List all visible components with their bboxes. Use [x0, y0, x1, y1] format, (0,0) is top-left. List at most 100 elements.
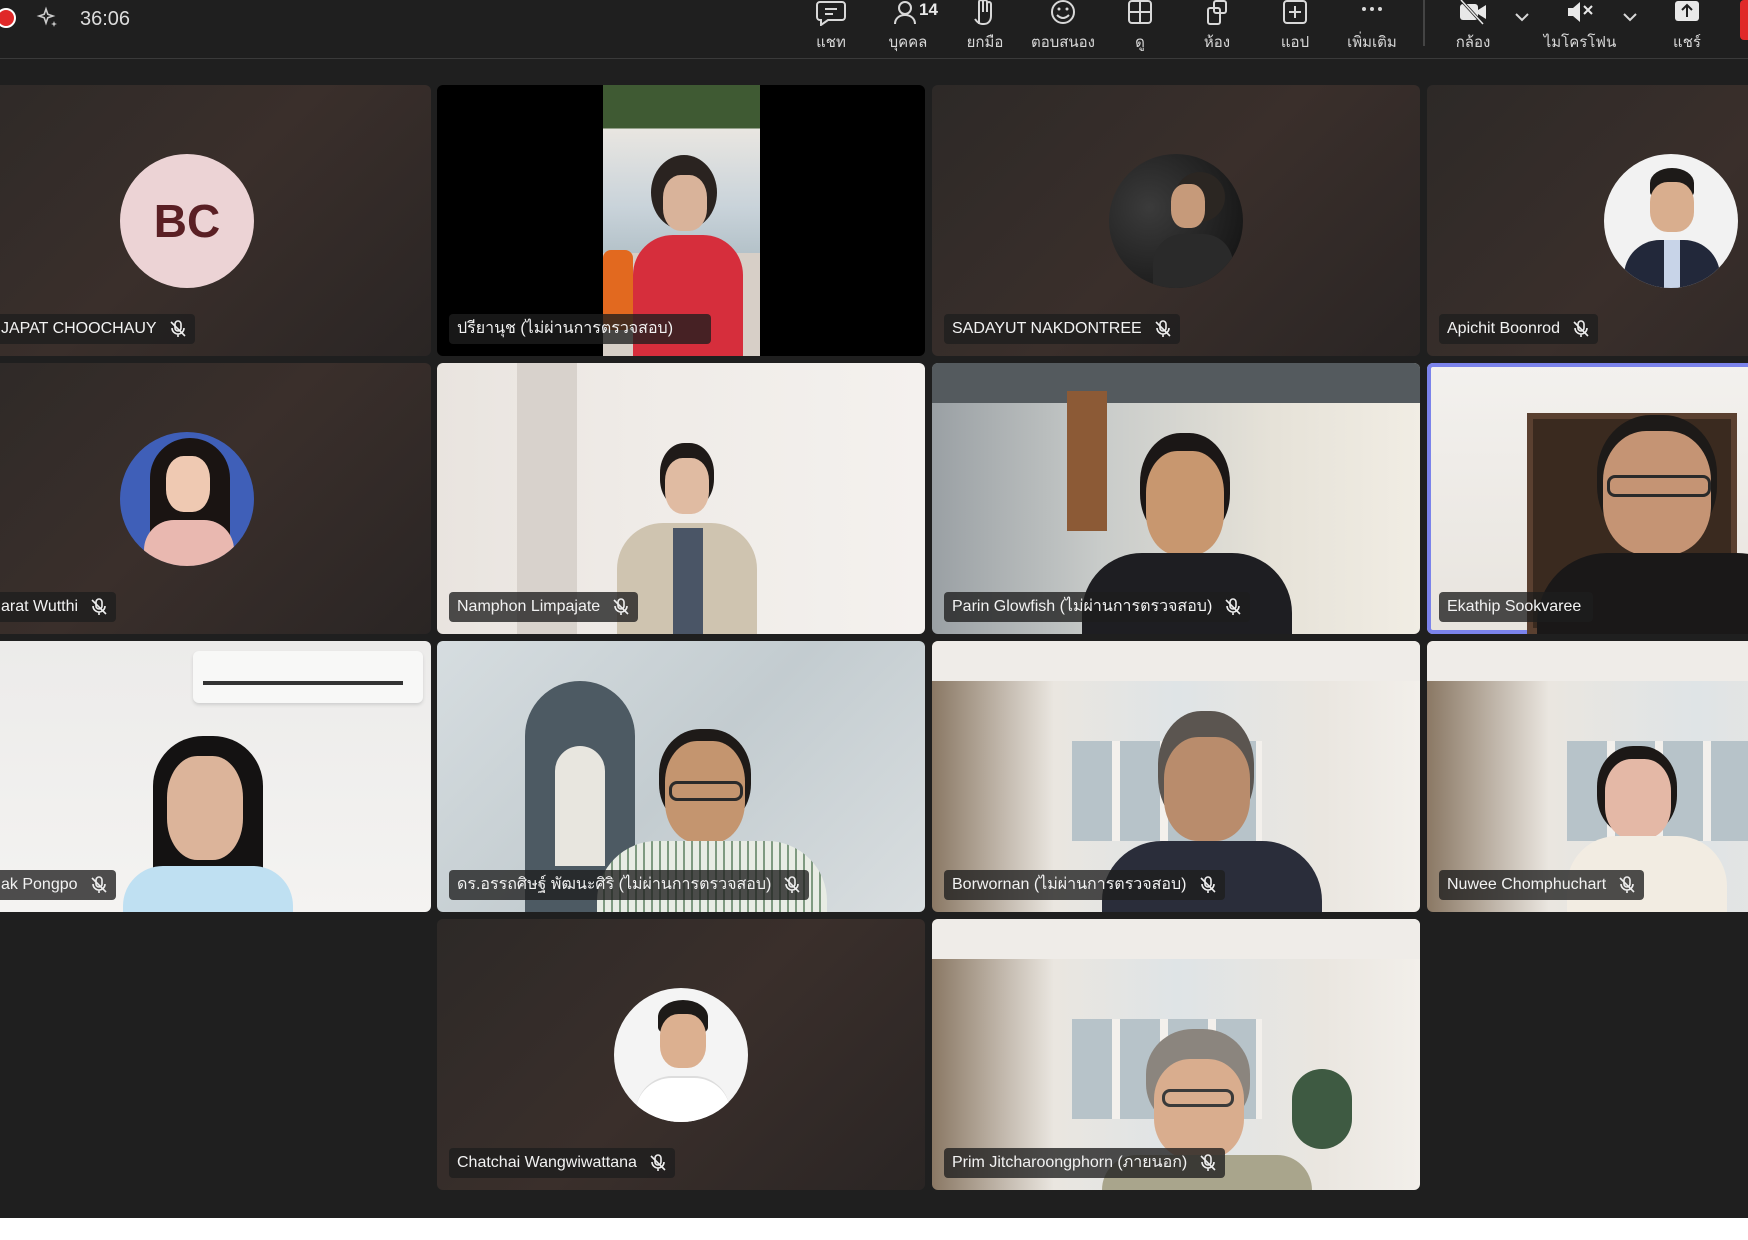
- leave-button[interactable]: [1740, 0, 1748, 40]
- participant-name: Parin Glowfish (ไม่ผ่านการตรวจสอบ): [944, 592, 1251, 622]
- video-person-shirt: [673, 528, 703, 634]
- recording-indicator-icon: [0, 8, 16, 28]
- sparkle-icon[interactable]: [36, 6, 60, 30]
- more-label: เพิ่มเติม: [1347, 34, 1397, 51]
- mic-off-icon: [784, 876, 800, 893]
- participant-tile[interactable]: Namphon Limpajate: [437, 363, 925, 634]
- avatar: [120, 432, 254, 566]
- more-icon: [1362, 7, 1382, 11]
- video-person-face: [1605, 759, 1671, 839]
- people-count: 14: [919, 0, 938, 19]
- hand-icon: [974, 0, 992, 25]
- participant-name: Ekathip Sookvaree: [1439, 592, 1594, 622]
- video-glasses: [1607, 475, 1711, 497]
- share-button[interactable]: แชร์: [1642, 0, 1732, 54]
- participant-tile[interactable]: SADAYUT NAKDONTREE: [932, 85, 1420, 356]
- video-arch-window: [555, 746, 605, 866]
- participant-name-text: arat Wutthi: [1, 598, 79, 615]
- meeting-timer: 36:06: [80, 8, 131, 30]
- mic-off-icon: [1199, 876, 1216, 893]
- camera-label: กล้อง: [1455, 34, 1491, 51]
- participant-name-text: Chatchai Wangwiwattana: [457, 1154, 637, 1171]
- video-ceiling: [932, 919, 1420, 959]
- participant-name: Chatchai Wangwiwattana: [449, 1148, 675, 1178]
- participant-name: Namphon Limpajate: [449, 592, 639, 622]
- raise-hand-label: ยกมือ: [966, 34, 1004, 51]
- video-glasses: [669, 781, 743, 801]
- participant-name: ปรียานุช (ไม่ผ่านการตรวจสอบ): [449, 314, 712, 344]
- camera-off-icon: [1459, 0, 1486, 26]
- mic-off-icon: [91, 598, 107, 615]
- share-icon: [1675, 1, 1699, 21]
- participant-name-text: JAPAT CHOOCHAUY: [1, 320, 157, 337]
- participant-tile[interactable]: BC JAPAT CHOOCHAUY: [0, 85, 431, 356]
- raise-hand-button[interactable]: ยกมือ: [940, 0, 1030, 54]
- mic-off-icon: [1225, 598, 1241, 615]
- toolbar-divider: [1423, 0, 1425, 46]
- participant-tile[interactable]: ดร.อรรถศิษฐ์ พัฒนะศิริ (ไม่ผ่านการตรวจสอ…: [437, 641, 925, 912]
- participant-tile[interactable]: Apichit Boonrod: [1427, 85, 1748, 356]
- rooms-label: ห้อง: [1203, 34, 1231, 51]
- microphone-muted-icon: [1568, 2, 1593, 22]
- participant-name-text: SADAYUT NAKDONTREE: [952, 320, 1142, 337]
- microphone-label: ไมโครโฟน: [1543, 34, 1617, 51]
- rooms-button[interactable]: ห้อง: [1172, 0, 1262, 54]
- smiley-icon: [1051, 0, 1075, 24]
- avatar-initials: BC: [153, 195, 221, 247]
- participant-tile[interactable]: Parin Glowfish (ไม่ผ่านการตรวจสอบ): [932, 363, 1420, 634]
- participant-name: ดร.อรรถศิษฐ์ พัฒนะศิริ (ไม่ผ่านการตรวจสอ…: [449, 870, 810, 900]
- camera-button[interactable]: กล้อง: [1428, 0, 1518, 54]
- chat-icon: [816, 1, 846, 26]
- mic-off-icon: [1200, 1154, 1216, 1171]
- participant-tile[interactable]: Chatchai Wangwiwattana: [437, 919, 925, 1190]
- participant-tile[interactable]: ak Pongpo: [0, 641, 431, 912]
- rooms-icon: [1207, 0, 1227, 25]
- video-ceiling: [1427, 641, 1748, 681]
- participant-name-text: Parin Glowfish (ไม่ผ่านการตรวจสอบ): [952, 598, 1213, 615]
- grid-view-icon: [1128, 0, 1152, 24]
- video-person-face: [1164, 737, 1250, 841]
- participant-name: Borwornan (ไม่ผ่านการตรวจสอบ): [944, 870, 1225, 900]
- participant-name: Nuwee Chomphuchart: [1439, 870, 1645, 900]
- mic-off-icon: [1573, 320, 1589, 337]
- video-person-body: [123, 866, 293, 912]
- participant-tile[interactable]: Ekathip Sookvaree: [1427, 363, 1748, 634]
- avatar: [614, 988, 748, 1122]
- video-glasses: [1162, 1089, 1234, 1107]
- video-ac-vent: [203, 681, 403, 685]
- participant-name-text: Nuwee Chomphuchart: [1447, 876, 1607, 893]
- participant-tile[interactable]: ปรียานุช (ไม่ผ่านการตรวจสอบ): [437, 85, 925, 356]
- add-app-icon: [1283, 0, 1307, 24]
- participant-name-text: Prim Jitcharoongphorn (ภายนอก): [952, 1154, 1188, 1171]
- participant-name: Apichit Boonrod: [1439, 314, 1598, 344]
- video-person-face: [665, 458, 709, 514]
- participant-name-text: ดร.อรรถศิษฐ์ พัฒนะศิริ (ไม่ผ่านการตรวจสอ…: [457, 876, 772, 893]
- participant-name-text: Apichit Boonrod: [1447, 320, 1560, 337]
- video-person-face: [1154, 1059, 1244, 1159]
- camera-options-chevron-down-icon[interactable]: [1514, 12, 1530, 22]
- mic-options-chevron-down-icon[interactable]: [1622, 12, 1638, 22]
- participant-name: JAPAT CHOOCHAUY: [0, 314, 195, 344]
- mic-off-icon: [90, 876, 107, 893]
- participant-name-text: ak Pongpo: [1, 876, 78, 893]
- participant-tile[interactable]: Nuwee Chomphuchart: [1427, 641, 1748, 912]
- participant-tile[interactable]: Borwornan (ไม่ผ่านการตรวจสอบ): [932, 641, 1420, 912]
- video-ceiling: [932, 363, 1420, 403]
- participant-name: SADAYUT NAKDONTREE: [944, 314, 1180, 344]
- participant-name-text: Namphon Limpajate: [457, 598, 601, 615]
- video-person-face: [167, 756, 243, 860]
- mic-off-icon: [1619, 876, 1635, 893]
- participant-name: arat Wutthi: [0, 592, 117, 622]
- participant-name-text: Ekathip Sookvaree: [1447, 598, 1582, 615]
- participant-tile[interactable]: Prim Jitcharoongphorn (ภายนอก): [932, 919, 1420, 1190]
- avatar: [1109, 154, 1243, 288]
- avatar: [1604, 154, 1738, 288]
- video-air-conditioner: [193, 651, 423, 703]
- video-pillar: [1067, 391, 1107, 531]
- microphone-button[interactable]: ไมโครโฟน: [1535, 0, 1625, 54]
- video-person-face: [663, 175, 707, 231]
- participant-tile[interactable]: arat Wutthi: [0, 363, 431, 634]
- more-button[interactable]: เพิ่มเติม: [1327, 0, 1417, 54]
- video-ceiling: [932, 641, 1420, 681]
- mic-off-icon: [170, 320, 186, 337]
